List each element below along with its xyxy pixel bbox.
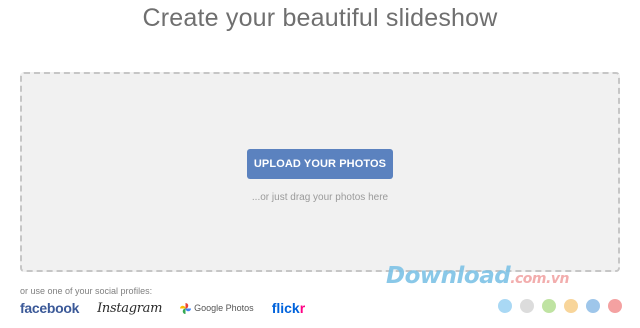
color-dot-5[interactable] (586, 299, 600, 313)
color-dot-2[interactable] (520, 299, 534, 313)
color-dot-3[interactable] (542, 299, 556, 313)
facebook-button[interactable]: facebook (20, 300, 79, 316)
flickr-label-r: r (299, 300, 306, 316)
flickr-button[interactable]: flick r (272, 300, 305, 316)
watermark-text: Download (386, 263, 511, 289)
color-dot-6[interactable] (608, 299, 622, 313)
color-dot-1[interactable] (498, 299, 512, 313)
google-photos-button[interactable]: Google Photos (180, 302, 254, 314)
watermark-domain: .com.vn (510, 271, 569, 287)
drag-hint-text: ...or just drag your photos here (251, 192, 389, 203)
instagram-button[interactable]: Instagram (97, 301, 162, 316)
flickr-label-main: flick (271, 300, 300, 316)
page-title: Create your beautiful slideshow (142, 4, 498, 32)
photo-dropzone[interactable]: UPLOAD YOUR PHOTOS ...or just drag your … (20, 72, 620, 272)
google-photos-label: Google Photos (194, 303, 254, 313)
color-dot-4[interactable] (564, 299, 578, 313)
google-photos-icon (180, 302, 192, 314)
upload-photos-button[interactable]: UPLOAD YOUR PHOTOS (247, 149, 393, 179)
color-theme-picker (498, 299, 630, 313)
social-profiles-row: facebook Instagram Google Photos flick r (20, 300, 323, 316)
social-profiles-label: or use one of your social profiles: (20, 286, 153, 296)
download-watermark: Download.com.vn (386, 263, 569, 289)
